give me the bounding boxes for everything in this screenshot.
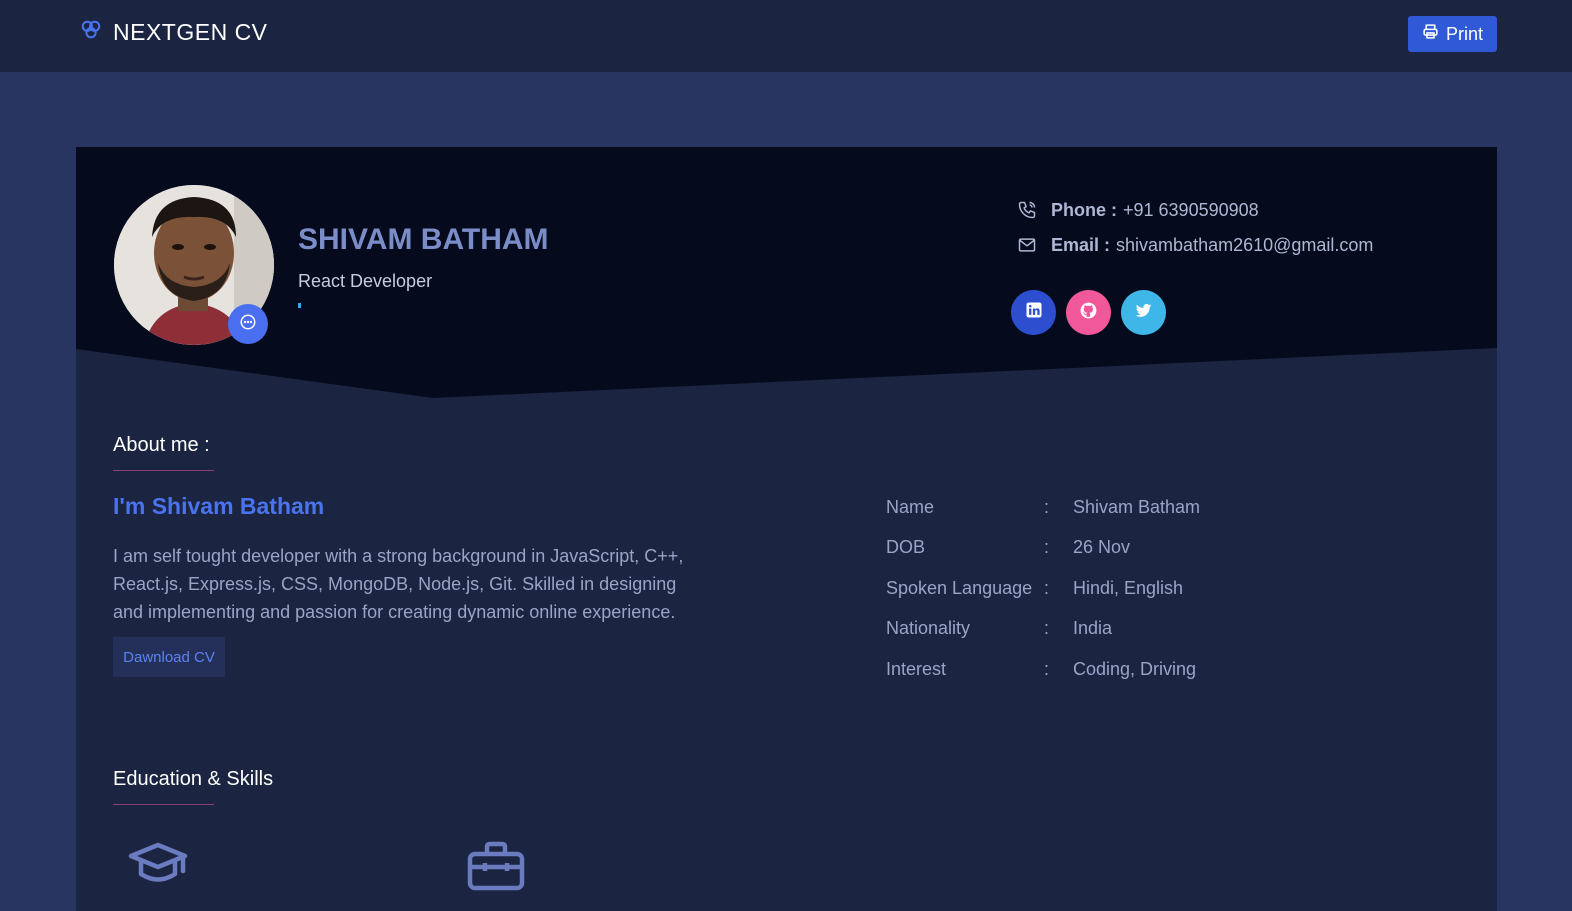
twitter-icon [1134, 301, 1153, 325]
chat-button[interactable] [228, 304, 268, 344]
print-button[interactable]: Print [1408, 16, 1497, 52]
about-bio: I am self tought developer with a strong… [113, 546, 684, 622]
info-separator: : [1044, 537, 1050, 557]
hero-background [76, 147, 1497, 398]
phone-icon [1016, 199, 1038, 221]
about-intro: I'm Shivam Batham [113, 493, 325, 519]
info-value: Hindi, English [1073, 578, 1184, 598]
logo-icon [80, 19, 102, 46]
about-title: About me : [113, 434, 210, 456]
download-cv-button[interactable]: Dawnload CV [113, 637, 225, 677]
about-underline [113, 470, 214, 471]
info-value: 26 Nov [1073, 537, 1131, 557]
phone-label: Phone : [1051, 199, 1117, 220]
profile-name: SHIVAM BATHAM [298, 223, 549, 256]
info-key: Nationality [886, 618, 971, 638]
contact-email: Email : shivambatham2610@gmail.com [1016, 234, 1373, 256]
linkedin-icon [1025, 301, 1043, 324]
briefcase-icon [467, 841, 525, 896]
email-value[interactable]: shivambatham2610@gmail.com [1116, 235, 1373, 256]
typing-cursor [298, 303, 301, 308]
profile-role: React Developer [298, 271, 433, 291]
mail-icon [1016, 234, 1038, 256]
info-separator: : [1044, 659, 1050, 679]
graduation-cap-icon [128, 841, 188, 892]
brand[interactable]: NEXTGEN CV [80, 19, 268, 46]
info-key: DOB [886, 537, 926, 557]
github-button[interactable] [1066, 290, 1111, 335]
contact-phone: Phone : +91 6390590908 [1016, 199, 1259, 221]
info-separator: : [1044, 497, 1050, 517]
github-icon [1079, 301, 1098, 325]
info-separator: : [1044, 578, 1050, 598]
info-separator: : [1044, 618, 1050, 638]
twitter-button[interactable] [1121, 290, 1166, 335]
linkedin-button[interactable] [1011, 290, 1056, 335]
chat-icon [239, 313, 257, 336]
info-key: Interest [886, 659, 947, 679]
education-underline [113, 804, 214, 805]
info-key: Name [886, 497, 935, 517]
phone-value[interactable]: +91 6390590908 [1123, 200, 1259, 221]
cv-card: SHIVAM BATHAM React Developer Phone : +9… [76, 147, 1497, 911]
email-label: Email : [1051, 234, 1111, 255]
info-key: Spoken Language [886, 578, 1033, 598]
info-value: Coding, Driving [1073, 659, 1197, 679]
print-label: Print [1445, 23, 1483, 44]
info-value: Shivam Batham [1073, 497, 1201, 517]
education-title: Education & Skills [113, 768, 274, 790]
printer-icon [1422, 23, 1439, 45]
brand-name: NEXTGEN CV [113, 19, 268, 45]
top-navbar: NEXTGEN CV Print [0, 0, 1572, 72]
info-value: India [1073, 618, 1113, 638]
